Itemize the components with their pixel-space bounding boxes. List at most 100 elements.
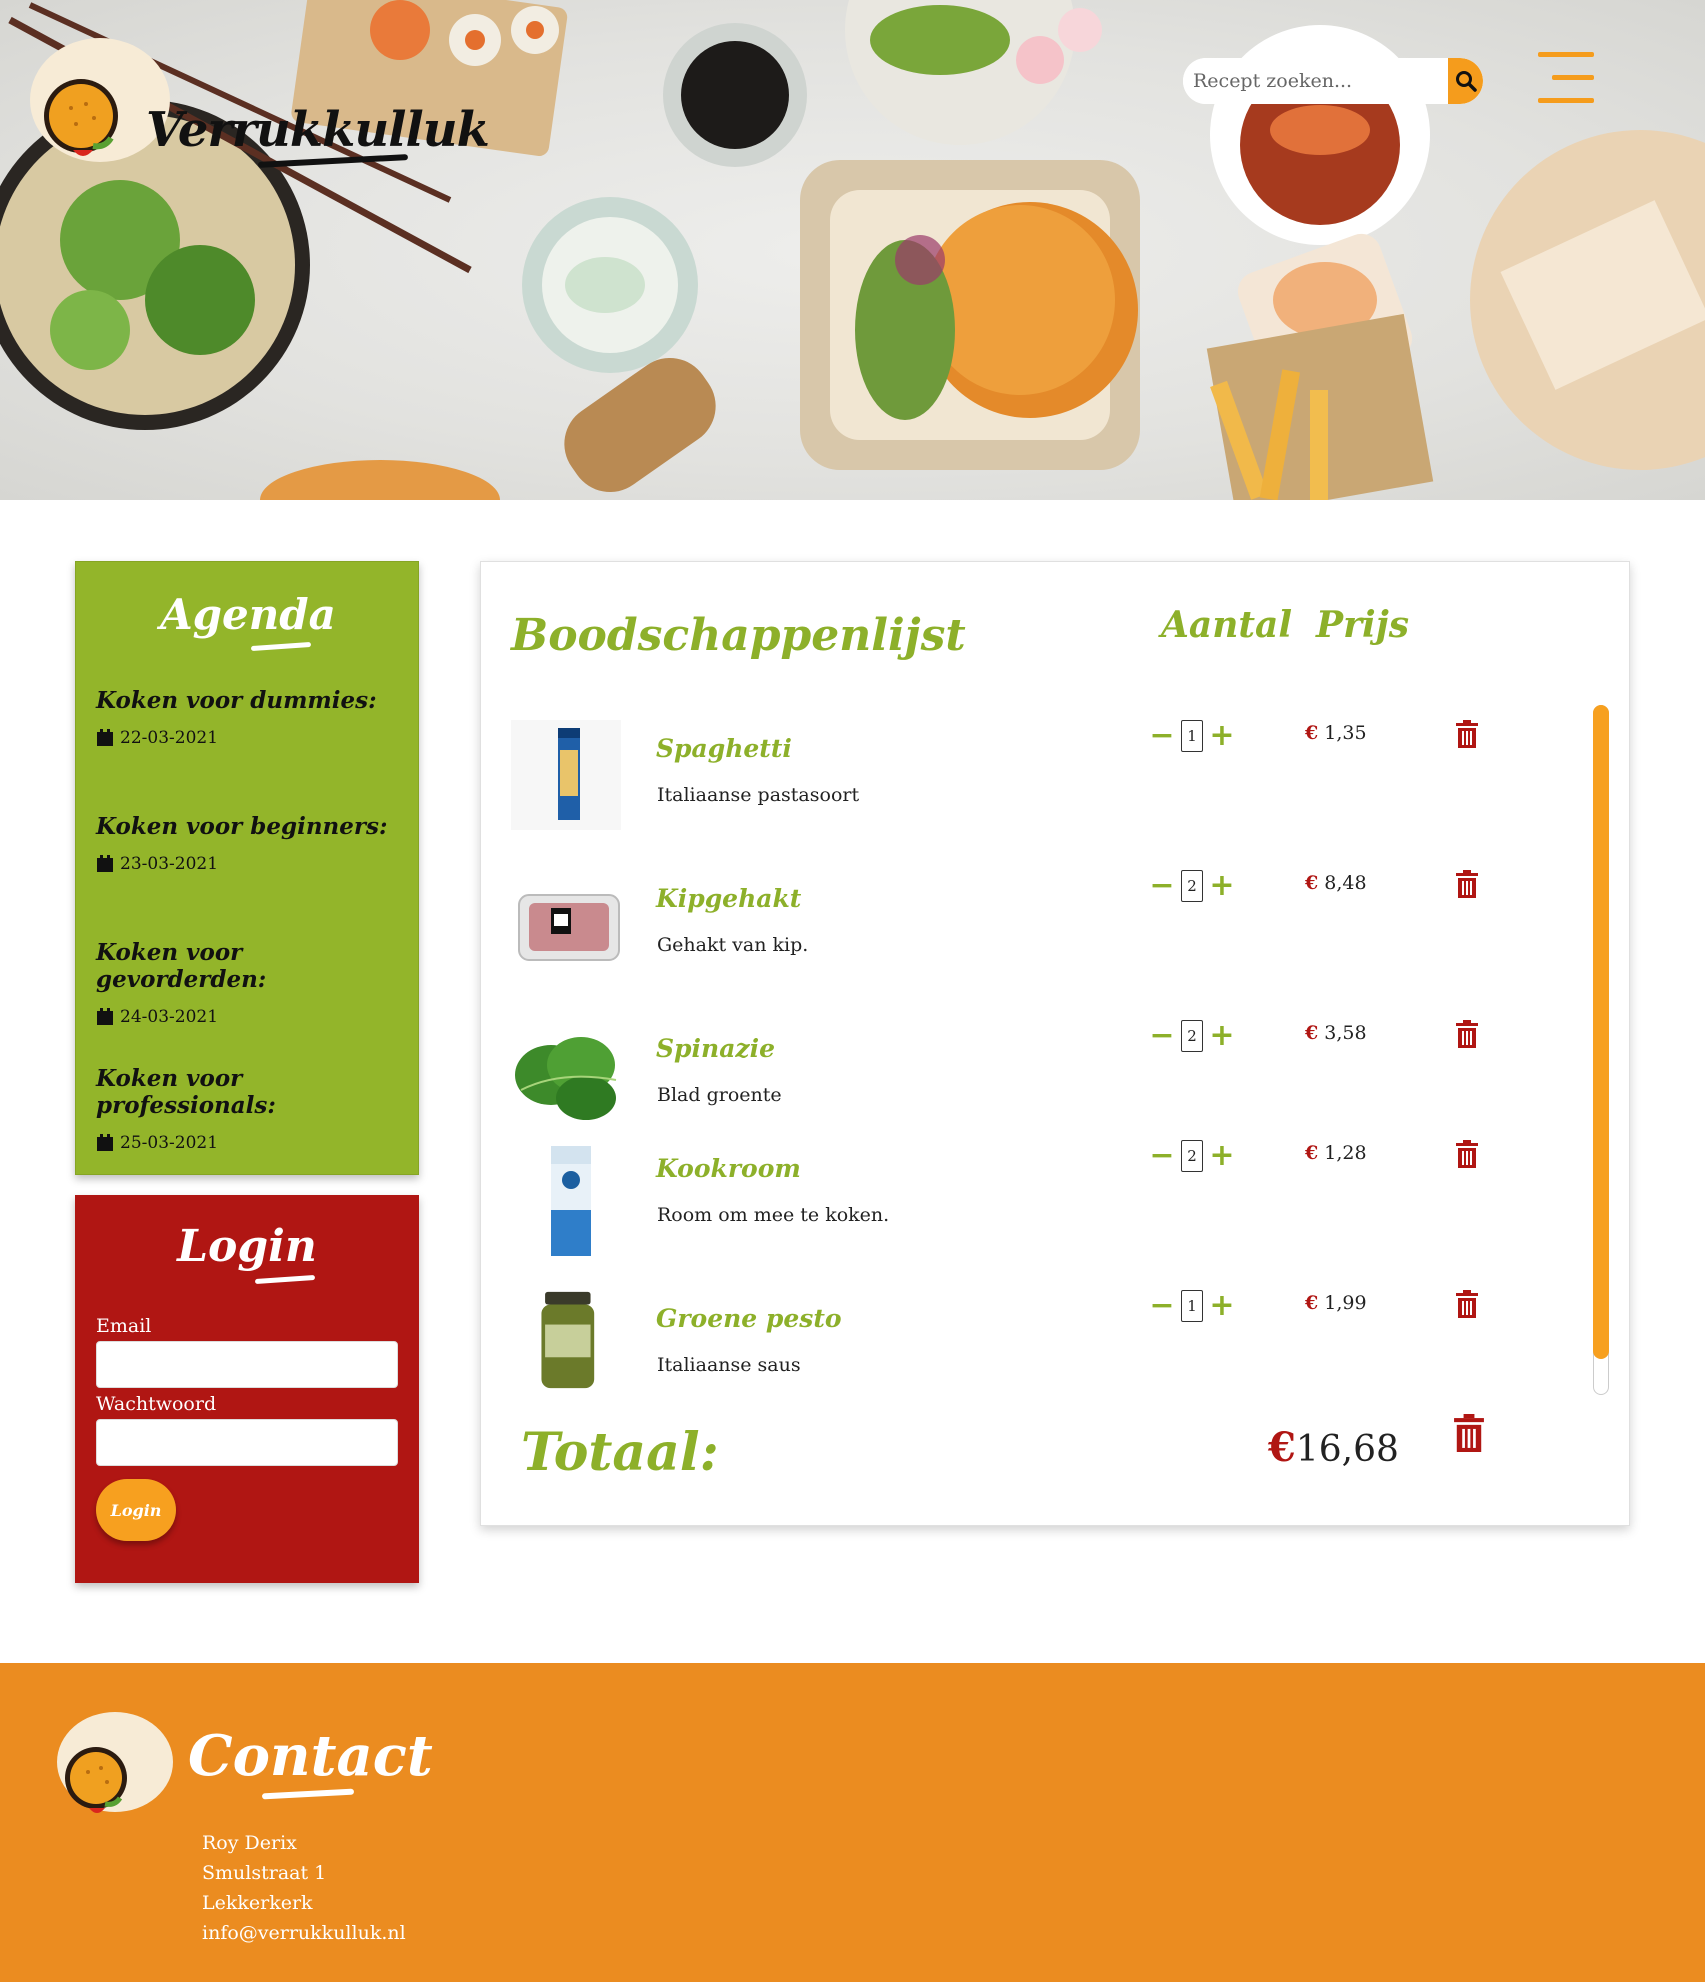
quantity-value[interactable]: 1: [1181, 720, 1203, 752]
increase-button[interactable]: +: [1209, 721, 1235, 751]
list-item: Spinazie Blad groente − 2 + € 3,58: [481, 1020, 1581, 1150]
list-title: Boodschappenlijst: [511, 610, 966, 661]
agenda-item-name: Koken voor beginners:: [96, 813, 388, 840]
total-amount: 16,68: [1295, 1429, 1399, 1470]
agenda-item-name: Koken voor gevorderden:: [96, 939, 267, 993]
total-label: Totaal:: [521, 1422, 719, 1483]
agenda-item-name: Koken voor professionals:: [96, 1065, 276, 1119]
date-text: 22-03-2021: [120, 728, 219, 748]
item-description: Room om mee te koken.: [657, 1204, 890, 1226]
spaghetti-image: [511, 720, 621, 830]
item-price: € 1,99: [1305, 1292, 1367, 1314]
decrease-button[interactable]: −: [1149, 1141, 1175, 1171]
hero-banner: Verrukkulluk: [0, 0, 1705, 500]
calendar-icon: [97, 729, 113, 746]
euro-sign: €: [1268, 1424, 1296, 1471]
title-underline: [250, 641, 312, 652]
increase-button[interactable]: +: [1209, 1141, 1235, 1171]
contact-email[interactable]: info@verrukkulluk.nl: [202, 1918, 406, 1948]
title-underline: [261, 1788, 355, 1800]
item-name: Kookroom: [656, 1154, 801, 1183]
agenda-item[interactable]: Koken voor professionals: 25-03-2021: [96, 1065, 406, 1153]
increase-button[interactable]: +: [1209, 871, 1235, 901]
agenda-item-date: 22-03-2021: [96, 728, 406, 748]
decrease-button[interactable]: −: [1149, 871, 1175, 901]
agenda-item[interactable]: Koken voor gevorderden: 24-03-2021: [96, 939, 406, 1027]
quantity-value[interactable]: 2: [1181, 870, 1203, 902]
title-underline: [254, 1274, 316, 1285]
quantity-stepper: − 2 +: [1149, 870, 1235, 902]
calendar-icon: [97, 1008, 113, 1025]
euro-sign: €: [1305, 1292, 1319, 1314]
footer: Contact Roy Derix Smulstraat 1 Lekkerker…: [0, 1663, 1705, 1982]
agenda-title: Agenda: [160, 590, 336, 639]
search-icon: [1455, 71, 1477, 92]
price-value: 1,35: [1324, 722, 1367, 744]
email-field[interactable]: [96, 1341, 398, 1388]
decrease-button[interactable]: −: [1149, 721, 1175, 751]
date-text: 23-03-2021: [120, 854, 219, 874]
trash-icon[interactable]: [1456, 1290, 1478, 1318]
menu-icon[interactable]: [1538, 50, 1596, 106]
price-value: 1,99: [1324, 1292, 1367, 1314]
burger-logo-icon: [57, 1712, 173, 1813]
trash-icon[interactable]: [1456, 1140, 1478, 1168]
contact-address: Roy Derix Smulstraat 1 Lekkerkerk info@v…: [202, 1828, 406, 1948]
search-input[interactable]: [1183, 58, 1448, 104]
price-value: 3,58: [1324, 1022, 1367, 1044]
quantity-stepper: − 2 +: [1149, 1140, 1235, 1172]
password-label: Wachtwoord: [96, 1393, 217, 1415]
item-price: € 1,35: [1305, 722, 1367, 744]
kipgehakt-image: [518, 894, 620, 961]
column-header-prijs: Prijs: [1316, 604, 1410, 646]
contact-name: Roy Derix: [202, 1832, 297, 1854]
clear-all-trash-icon[interactable]: [1453, 1414, 1485, 1452]
scrollbar-thumb[interactable]: [1593, 705, 1609, 1359]
agenda-item[interactable]: Koken voor dummies: 22-03-2021: [96, 687, 406, 748]
item-name: Kipgehakt: [656, 884, 802, 913]
quantity-stepper: − 1 +: [1149, 1290, 1235, 1322]
item-name: Spaghetti: [656, 734, 792, 763]
kookroom-image: [551, 1146, 591, 1256]
email-label: Email: [96, 1315, 152, 1337]
euro-sign: €: [1305, 1142, 1319, 1164]
trash-icon[interactable]: [1456, 870, 1478, 898]
contact-city: Lekkerkerk: [202, 1892, 313, 1914]
calendar-icon: [97, 855, 113, 872]
increase-button[interactable]: +: [1209, 1021, 1235, 1051]
quantity-value[interactable]: 2: [1181, 1020, 1203, 1052]
trash-icon[interactable]: [1456, 1020, 1478, 1048]
calendar-icon: [97, 1134, 113, 1151]
quantity-stepper: − 2 +: [1149, 1020, 1235, 1052]
decrease-button[interactable]: −: [1149, 1021, 1175, 1051]
increase-button[interactable]: +: [1209, 1291, 1235, 1321]
shopping-list-panel: Boodschappenlijst Aantal Prijs Spaghetti…: [480, 561, 1630, 1526]
agenda-item[interactable]: Koken voor beginners: 23-03-2021: [96, 813, 406, 874]
price-value: 8,48: [1324, 872, 1367, 894]
trash-icon[interactable]: [1456, 720, 1478, 748]
agenda-item-date: 24-03-2021: [96, 1007, 406, 1027]
scrollbar[interactable]: [1593, 705, 1609, 1395]
quantity-value[interactable]: 1: [1181, 1290, 1203, 1322]
contact-title: Contact: [188, 1723, 433, 1789]
total-value: €16,68: [1268, 1424, 1399, 1471]
list-item: Kookroom Room om mee te koken. − 2 + € 1…: [481, 1140, 1581, 1270]
agenda-panel: Agenda Koken voor dummies: 22-03-2021 Ko…: [75, 561, 419, 1175]
item-name: Spinazie: [656, 1034, 776, 1063]
date-text: 25-03-2021: [120, 1133, 219, 1153]
login-button[interactable]: Login: [96, 1479, 176, 1541]
agenda-item-name: Koken voor dummies:: [96, 687, 377, 714]
login-title: Login: [177, 1221, 317, 1272]
search-bar: [1183, 58, 1483, 104]
column-header-aantal: Aantal: [1161, 604, 1293, 646]
item-description: Italiaanse pastasoort: [657, 784, 860, 806]
agenda-item-date: 25-03-2021: [96, 1133, 406, 1153]
contact-street: Smulstraat 1: [202, 1862, 327, 1884]
euro-sign: €: [1305, 1022, 1319, 1044]
quantity-stepper: − 1 +: [1149, 720, 1235, 752]
password-field[interactable]: [96, 1419, 398, 1466]
euro-sign: €: [1305, 872, 1319, 894]
decrease-button[interactable]: −: [1149, 1291, 1175, 1321]
quantity-value[interactable]: 2: [1181, 1140, 1203, 1172]
site-logo[interactable]: Verrukkulluk: [28, 38, 490, 168]
